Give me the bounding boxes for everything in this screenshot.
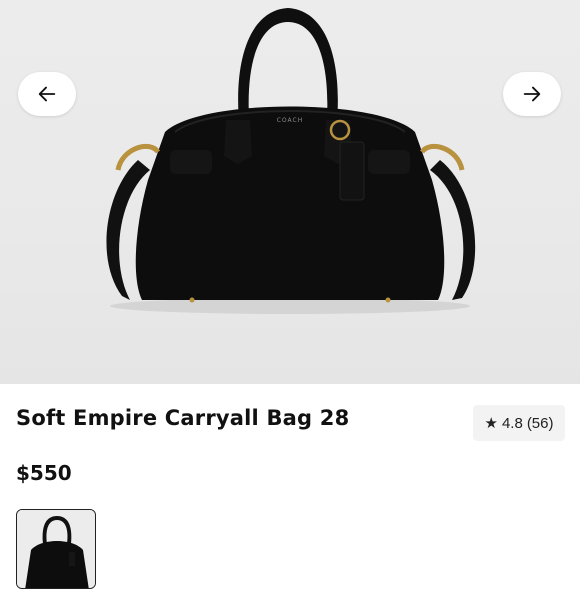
next-image-button[interactable] (503, 72, 561, 116)
arrow-left-icon (38, 86, 56, 102)
thumbnail-bag-image (17, 510, 95, 588)
arrow-right-icon (523, 86, 541, 102)
previous-image-button[interactable] (18, 72, 76, 116)
product-image: COACH (106, 8, 476, 314)
product-image-gallery: COACH (0, 0, 580, 384)
thumbnail-image[interactable] (16, 509, 96, 589)
rating-badge[interactable]: ★ 4.8 (56) (473, 405, 565, 441)
rating-value: 4.8 (501, 414, 523, 432)
rating-count: (56) (526, 414, 554, 432)
product-price: $550 (16, 461, 72, 485)
product-title: Soft Empire Carryall Bag 28 (16, 406, 350, 430)
brand-stamp: COACH (277, 117, 304, 124)
star-icon: ★ (484, 415, 498, 432)
